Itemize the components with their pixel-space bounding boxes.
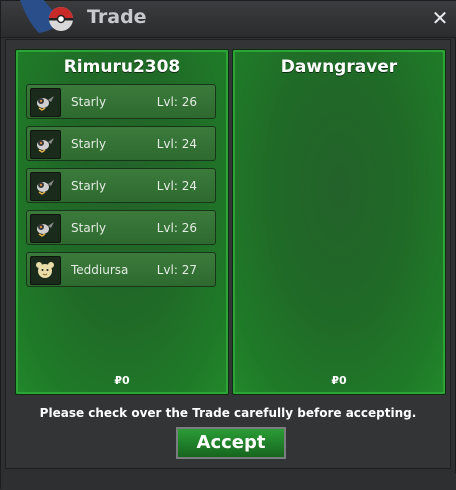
close-icon[interactable]: ✕	[429, 7, 451, 29]
pokeball-logo-icon	[20, 0, 73, 33]
item-level: Lvl: 24	[156, 179, 197, 193]
item-level: Lvl: 26	[156, 95, 197, 109]
starly-icon	[30, 172, 61, 201]
left-player-name: Rimuru2308	[63, 57, 181, 77]
teddiursa-icon	[30, 256, 61, 285]
trade-body: Rimuru2308 Starly Lvl: 26 Starly Lvl: 24	[5, 39, 451, 469]
item-level: Lvl: 27	[156, 263, 197, 277]
item-level: Lvl: 24	[156, 137, 197, 151]
item-name: Starly	[71, 179, 107, 193]
starly-icon	[30, 88, 61, 117]
trade-item[interactable]: Starly Lvl: 24	[26, 168, 216, 203]
right-trade-panel: Dawngraver ₽0	[232, 49, 446, 395]
item-name: Starly	[71, 95, 107, 109]
left-money: ₽0	[114, 374, 130, 387]
item-name: Teddiursa	[71, 263, 129, 277]
item-name: Starly	[71, 137, 107, 151]
item-level: Lvl: 26	[156, 221, 197, 235]
window-footer	[1, 473, 456, 490]
right-player-name: Dawngraver	[280, 57, 398, 77]
title-bar[interactable]: Trade ✕	[1, 0, 456, 38]
starly-icon	[30, 214, 61, 243]
item-name: Starly	[71, 221, 107, 235]
trade-notice: Please check over the Trade carefully be…	[39, 406, 417, 420]
left-trade-panel: Rimuru2308 Starly Lvl: 26 Starly Lvl: 24	[15, 49, 229, 395]
trade-item[interactable]: Starly Lvl: 26	[26, 210, 216, 245]
trade-item[interactable]: Starly Lvl: 24	[26, 126, 216, 161]
trade-window: Trade ✕ Rimuru2308 Starly Lvl: 26 Starly…	[0, 0, 456, 490]
window-title: Trade	[87, 6, 147, 28]
right-money: ₽0	[331, 374, 347, 387]
trade-item[interactable]: Teddiursa Lvl: 27	[26, 252, 216, 287]
starly-icon	[30, 130, 61, 159]
accept-button[interactable]: Accept	[176, 427, 286, 459]
trade-item[interactable]: Starly Lvl: 26	[26, 84, 216, 119]
